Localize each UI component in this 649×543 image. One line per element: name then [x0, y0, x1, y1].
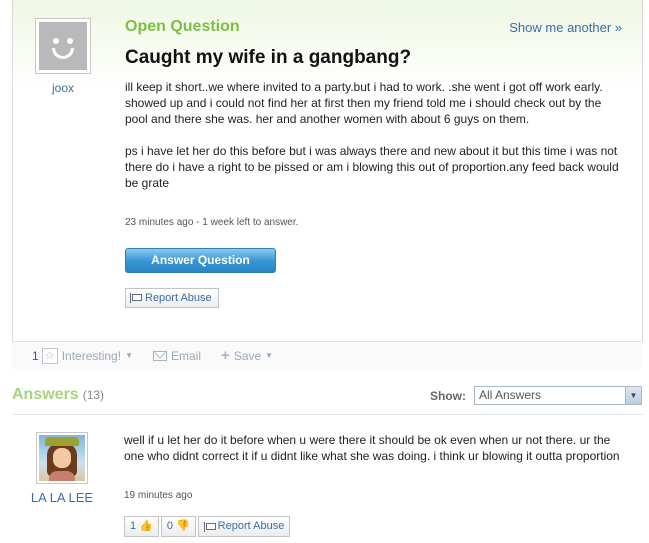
answerer-avatar-image [39, 435, 85, 481]
thumbs-down-count: 0 [166, 520, 173, 532]
thumbs-up-icon: 👍 [139, 520, 153, 532]
interesting-count: 1 [32, 348, 39, 363]
answer-vote-bar: 1 👍 0 👎 Report Abuse [124, 516, 291, 537]
question-status-label: Open Question [125, 18, 240, 35]
question-meta: 23 minutes ago - 1 week left to answer. [125, 217, 299, 228]
question-body-paragraph: ill keep it short..we where invited to a… [125, 80, 603, 126]
answer-text: well if u let her do it before when u we… [124, 433, 620, 463]
interesting-label: Interesting! [61, 348, 122, 363]
question-card: joox Open Question Show me another » Cau… [12, 0, 643, 368]
question-title: Caught my wife in a gangbang? [125, 47, 412, 68]
answerer-name-link[interactable]: LA LA LEE [24, 490, 100, 505]
divider [12, 414, 643, 415]
show-another-link[interactable]: Show me another » [509, 20, 622, 35]
answerer-avatar[interactable] [36, 432, 88, 484]
plus-icon: + [221, 346, 230, 364]
thumbs-down-icon: 👎 [175, 520, 190, 532]
answer-meta: 19 minutes ago [124, 490, 193, 501]
save-button[interactable]: + Save ▼ [221, 346, 274, 364]
flag-icon [203, 521, 216, 532]
email-label: Email [170, 348, 201, 363]
default-avatar-icon [39, 22, 87, 70]
interesting-button[interactable]: Interesting! ▼ [62, 349, 133, 363]
chevron-down-icon: ▼ [265, 351, 274, 360]
report-abuse-label: Report Abuse [145, 292, 212, 304]
mail-icon [152, 350, 167, 361]
chevron-down-icon: ▼ [125, 351, 133, 360]
thumbs-up-count: 1 [130, 520, 137, 532]
email-button[interactable]: Email [152, 348, 201, 363]
answer-report-abuse-button[interactable]: Report Abuse [197, 516, 291, 537]
show-filter-label: Show: [430, 389, 466, 403]
save-label: Save [233, 348, 262, 363]
chevron-down-icon: ▼ [625, 387, 641, 404]
question-body: ill keep it short..we where invited to a… [125, 79, 625, 191]
show-filter-select[interactable]: All Answers ▼ [474, 386, 642, 405]
flag-icon [130, 293, 142, 303]
asker-avatar[interactable] [35, 18, 91, 74]
answers-heading: Answers (13) [12, 386, 104, 404]
thumbs-up-button[interactable]: 1 👍 [124, 516, 159, 537]
report-abuse-button[interactable]: Report Abuse [125, 288, 219, 308]
answer-report-abuse-label: Report Abuse [217, 520, 285, 532]
show-filter-value: All Answers [479, 388, 542, 402]
asker-name-link[interactable]: joox [35, 81, 91, 95]
answers-count: (13) [82, 388, 105, 402]
question-body-paragraph: ps i have let her do this before but i w… [125, 144, 619, 190]
question-action-bar: 1 ☆ Interesting! ▼ Email + Save ▼ [12, 341, 643, 369]
star-icon[interactable]: ☆ [41, 347, 58, 364]
thumbs-down-button[interactable]: 0 👎 [160, 516, 196, 537]
answers-title: Answers [12, 386, 79, 403]
answer-question-button[interactable]: Answer Question [125, 248, 276, 273]
